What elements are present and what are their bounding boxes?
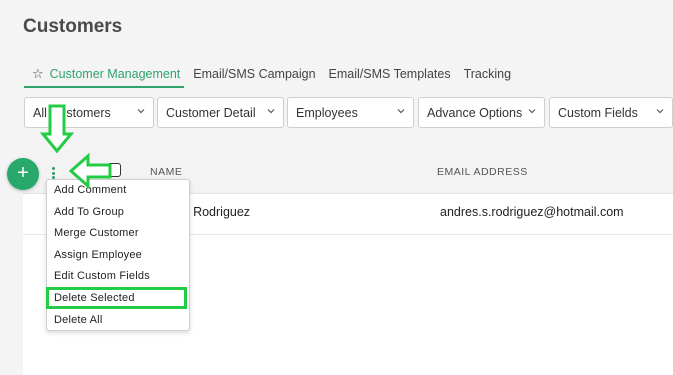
customer-detail-select[interactable]: Customer Detail	[157, 97, 284, 128]
tab-tracking[interactable]: Tracking	[464, 67, 511, 81]
custom-fields-value: Custom Fields	[558, 105, 638, 120]
customer-detail-value: Customer Detail	[166, 105, 256, 120]
chevron-down-icon	[137, 109, 145, 114]
active-tab-indicator	[24, 86, 184, 88]
select-all-checkbox[interactable]	[107, 163, 121, 177]
menu-item-assign-employee[interactable]: Assign Employee	[54, 249, 142, 261]
tab-bar: ☆ Customer Management Email/SMS Campaign…	[32, 64, 524, 84]
chevron-down-icon	[656, 109, 664, 114]
employees-value: Employees	[296, 105, 358, 120]
column-header-name[interactable]: NAME	[150, 166, 182, 178]
chevron-down-icon	[528, 109, 536, 114]
advance-options-value: Advance Options	[427, 105, 523, 120]
menu-item-add-to-group[interactable]: Add To Group	[54, 206, 124, 218]
chevron-down-icon	[267, 109, 275, 114]
customer-email-cell: andres.s.rodriguez@hotmail.com	[440, 205, 624, 219]
page-title: Customers	[23, 16, 123, 37]
menu-item-edit-custom-fields[interactable]: Edit Custom Fields	[54, 270, 150, 282]
add-customer-button[interactable]: +	[7, 158, 39, 190]
advance-options-select[interactable]: Advance Options	[418, 97, 545, 128]
chevron-down-icon	[397, 109, 405, 114]
tab-email-sms-campaign[interactable]: Email/SMS Campaign	[193, 67, 315, 81]
kebab-icon[interactable]	[52, 167, 56, 179]
star-icon[interactable]: ☆	[32, 66, 44, 82]
customers-filter-select[interactable]: All Customers	[24, 97, 154, 128]
employees-select[interactable]: Employees	[287, 97, 414, 128]
tab-customer-management[interactable]: Customer Management	[50, 67, 181, 81]
menu-item-add-comment[interactable]: Add Comment	[54, 184, 127, 196]
menu-item-delete-all[interactable]: Delete All	[54, 314, 102, 326]
delete-selected-highlight	[46, 287, 187, 309]
custom-fields-select[interactable]: Custom Fields	[549, 97, 673, 128]
tab-email-sms-templates[interactable]: Email/SMS Templates	[329, 67, 451, 81]
menu-item-merge-customer[interactable]: Merge Customer	[54, 227, 139, 239]
column-header-email[interactable]: EMAIL ADDRESS	[437, 166, 528, 178]
customers-filter-value: All Customers	[33, 105, 111, 120]
